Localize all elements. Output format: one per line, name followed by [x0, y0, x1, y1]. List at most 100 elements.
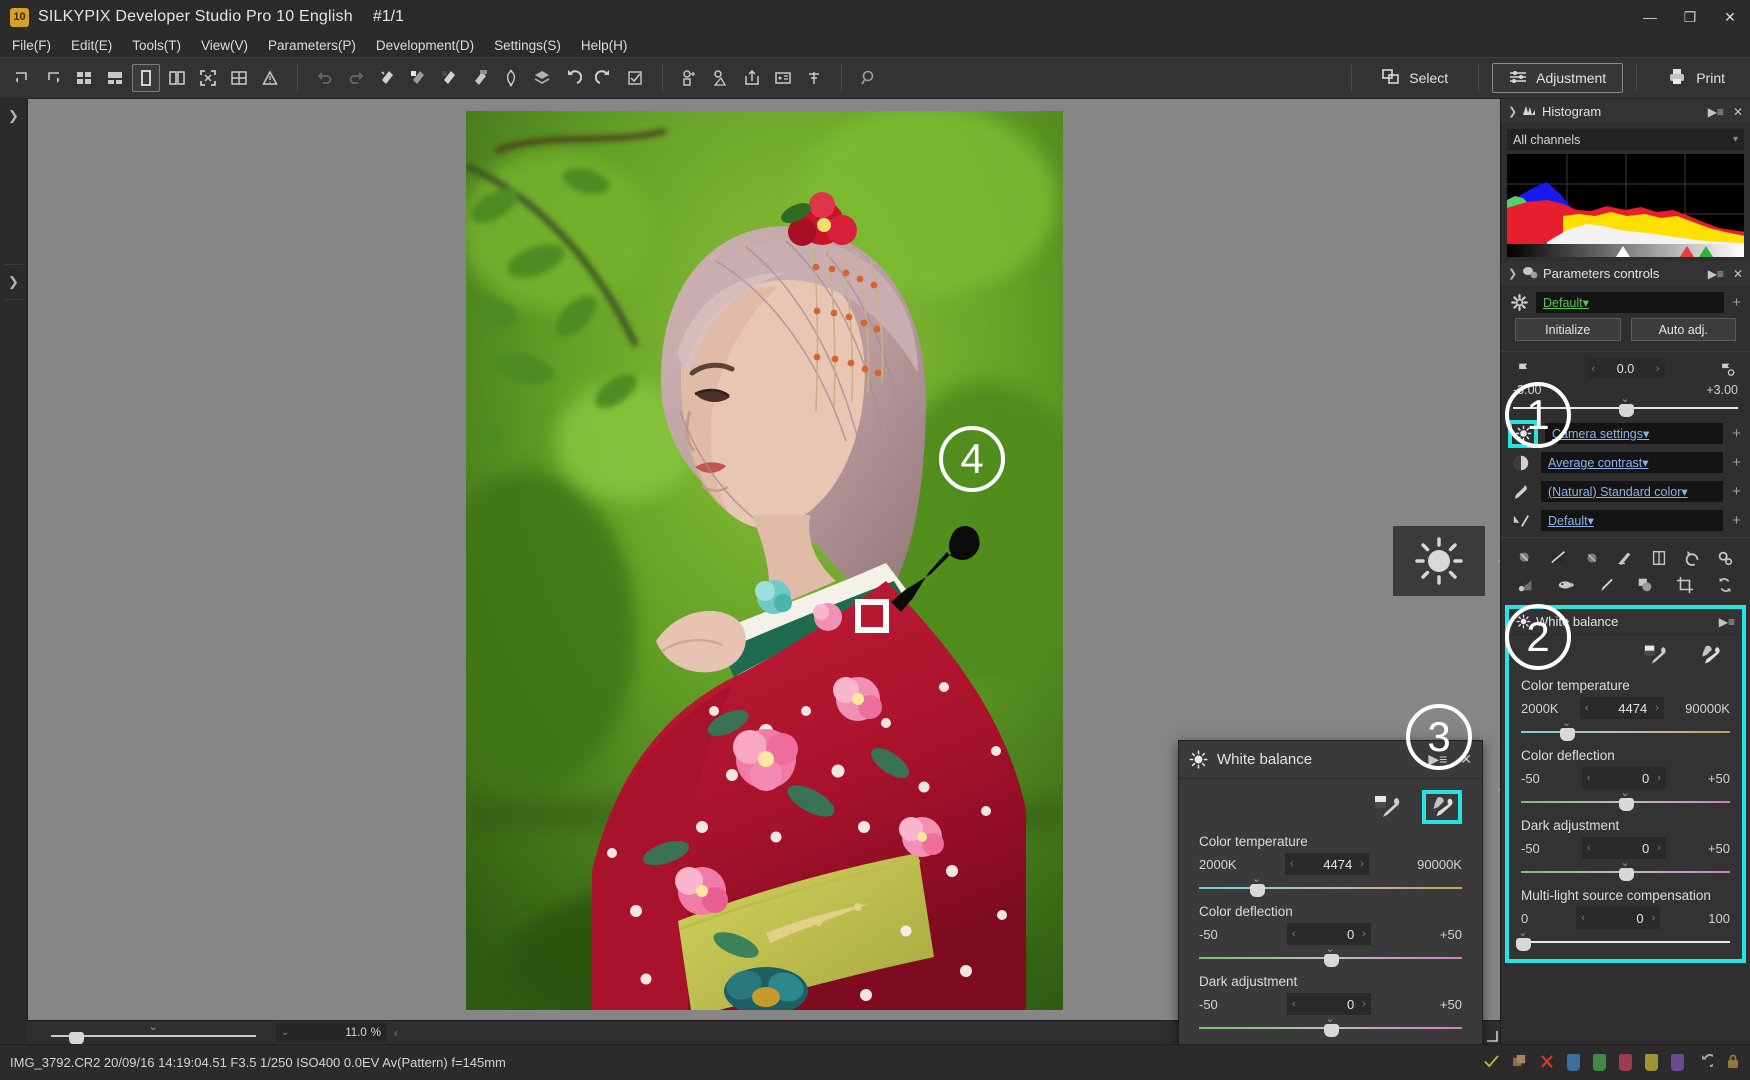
- next-image-icon[interactable]: [39, 64, 67, 92]
- add-preset-button[interactable]: +: [1730, 294, 1743, 311]
- parameters-controls-panel-header[interactable]: ❯ Parameters controls ▶≡ ✕: [1501, 261, 1750, 287]
- zoom-level-select[interactable]: ⌄ 11.0 %: [276, 1023, 386, 1042]
- increment-icon[interactable]: ›: [1360, 858, 1364, 870]
- slider-track-dark-adjustment[interactable]: ⌄: [1199, 1014, 1462, 1037]
- crop-icon[interactable]: [1672, 573, 1698, 597]
- perspective-icon[interactable]: [1646, 546, 1672, 570]
- zoom-step-back-button[interactable]: ‹: [394, 1026, 398, 1040]
- increment-icon[interactable]: ›: [1656, 363, 1660, 375]
- histogram-panel-header[interactable]: ❯ Histogram ▶≡ ✕: [1501, 99, 1750, 125]
- image-viewer[interactable]: 4 White balance ▶≡ ✕ Color temperature 2…: [27, 99, 1500, 1044]
- gear-icon[interactable]: [1508, 294, 1530, 311]
- menu-file[interactable]: File(F): [12, 38, 51, 53]
- shadow-icon[interactable]: [1513, 573, 1539, 597]
- menu-settings[interactable]: Settings(S): [494, 38, 561, 53]
- fisheye-icon[interactable]: [1553, 573, 1579, 597]
- taste-light-icon[interactable]: [435, 64, 463, 92]
- gradation-icon[interactable]: [1632, 573, 1658, 597]
- chevron-down-icon[interactable]: ▾: [1588, 513, 1594, 528]
- increment-icon[interactable]: ›: [1657, 842, 1661, 854]
- panel-menu-icon[interactable]: ▶≡: [1708, 267, 1724, 281]
- add-contrast-button[interactable]: +: [1730, 454, 1743, 471]
- increment-icon[interactable]: ›: [1362, 998, 1366, 1010]
- batch-develop-icon[interactable]: [676, 64, 704, 92]
- spinner-dark-adjustment[interactable]: ‹ 0 ›: [1286, 993, 1371, 1015]
- increment-icon[interactable]: ›: [1362, 928, 1366, 940]
- slider-track-color-temperature[interactable]: ⌄: [1521, 718, 1730, 741]
- gear-plus-icon[interactable]: [1712, 546, 1738, 570]
- develop-settings-icon[interactable]: [707, 64, 735, 92]
- slider-track-color-temperature[interactable]: ⌄: [1199, 874, 1462, 897]
- color-select[interactable]: (Natural) Standard color ▾: [1541, 481, 1723, 502]
- tag-green-icon[interactable]: [1593, 1054, 1606, 1071]
- tag-yellow-icon[interactable]: [1645, 1054, 1658, 1071]
- slider-track-multi-light[interactable]: ⌄: [1516, 928, 1730, 951]
- export-icon[interactable]: [738, 64, 766, 92]
- lens-aberration-icon[interactable]: [1612, 546, 1638, 570]
- close-button[interactable]: ✕: [1710, 0, 1750, 34]
- search-icon[interactable]: [855, 64, 883, 92]
- contrast-select[interactable]: Average contrast ▾: [1541, 452, 1723, 473]
- taste-copy-icon[interactable]: [466, 64, 494, 92]
- chevron-down-icon[interactable]: ▾: [1642, 455, 1648, 470]
- compare-two-icon[interactable]: [163, 64, 191, 92]
- resize-grip-icon[interactable]: [1486, 1030, 1498, 1042]
- spinner-color-temperature[interactable]: ‹ 4474 ›: [1579, 697, 1664, 719]
- menu-development[interactable]: Development(D): [376, 38, 474, 53]
- single-view-icon[interactable]: [132, 64, 160, 92]
- exposure-settings-icon[interactable]: [1714, 361, 1740, 377]
- close-icon[interactable]: ✕: [1733, 267, 1743, 281]
- spinner-color-deflection[interactable]: ‹ 0 ›: [1581, 767, 1666, 789]
- auto-adjust-button[interactable]: Auto adj.: [1630, 318, 1736, 341]
- add-camera-settings-button[interactable]: +: [1730, 425, 1743, 442]
- skin-color-picker-icon[interactable]: [1422, 790, 1462, 824]
- slider-track-dark-adjustment[interactable]: ⌄: [1521, 858, 1730, 881]
- mode-select-button[interactable]: Select: [1365, 63, 1465, 93]
- chevron-down-icon[interactable]: ▾: [1681, 484, 1687, 499]
- camera-settings-select[interactable]: Camera settings ▾: [1545, 423, 1723, 444]
- sort-icon[interactable]: [800, 64, 828, 92]
- filmstrip-icon[interactable]: [101, 64, 129, 92]
- white-balance-dialog[interactable]: White balance ▶≡ ✕ Color temperature 200…: [1178, 740, 1483, 1044]
- panel-menu-icon[interactable]: ▶≡: [1719, 615, 1735, 629]
- sharpness-select[interactable]: Default ▾: [1541, 510, 1723, 531]
- warning-icon[interactable]: [256, 64, 284, 92]
- mode-adjustment-button[interactable]: Adjustment: [1492, 63, 1624, 93]
- slideshow-icon[interactable]: [769, 64, 797, 92]
- noise-reduction-icon[interactable]: [1513, 546, 1539, 570]
- preset-select[interactable]: Default ▾: [1536, 292, 1724, 313]
- zoom-slider[interactable]: ⌄: [51, 1021, 256, 1045]
- copy-icon[interactable]: [1512, 1054, 1527, 1071]
- tag-blue-icon[interactable]: [1567, 1054, 1580, 1071]
- undo-icon[interactable]: [311, 64, 339, 92]
- thumbnail-grid-icon[interactable]: [70, 64, 98, 92]
- spot-icon[interactable]: [497, 64, 525, 92]
- chevron-down-icon[interactable]: ▾: [1733, 134, 1738, 145]
- chevron-down-icon[interactable]: ▾: [1583, 295, 1589, 310]
- undo-icon[interactable]: [1697, 1054, 1717, 1071]
- chevron-down-icon[interactable]: ▾: [1643, 426, 1649, 441]
- slider-track-color-deflection[interactable]: ⌄: [1199, 944, 1462, 967]
- prev-image-icon[interactable]: [8, 64, 36, 92]
- gray-balance-picker-icon[interactable]: [1368, 790, 1408, 824]
- increment-icon[interactable]: ›: [1655, 702, 1659, 714]
- rotate-left-icon[interactable]: [559, 64, 587, 92]
- menu-edit[interactable]: Edit(E): [71, 38, 112, 53]
- expand-left-tools-button[interactable]: ❯: [0, 269, 27, 295]
- taste-icon[interactable]: [373, 64, 401, 92]
- redo-icon[interactable]: [342, 64, 370, 92]
- sharpness-icon[interactable]: [1508, 509, 1534, 533]
- spinner-color-deflection[interactable]: ‹ 0 ›: [1286, 923, 1371, 945]
- expand-left-browser-button[interactable]: ❯: [0, 103, 27, 129]
- recycle-icon[interactable]: [1712, 573, 1738, 597]
- rotate-reset-icon[interactable]: [1679, 546, 1705, 570]
- increment-icon[interactable]: ›: [1657, 772, 1661, 784]
- mode-print-button[interactable]: Print: [1650, 63, 1742, 93]
- histogram-channel-select[interactable]: All channels ▾: [1507, 129, 1744, 150]
- chevron-right-icon[interactable]: ❯: [1508, 105, 1522, 118]
- dust-removal-icon[interactable]: [1546, 546, 1572, 570]
- histogram-tone-strip[interactable]: [1507, 244, 1744, 257]
- tag-red-icon[interactable]: [1619, 1054, 1632, 1071]
- menu-help[interactable]: Help(H): [581, 38, 628, 53]
- add-color-button[interactable]: +: [1730, 483, 1743, 500]
